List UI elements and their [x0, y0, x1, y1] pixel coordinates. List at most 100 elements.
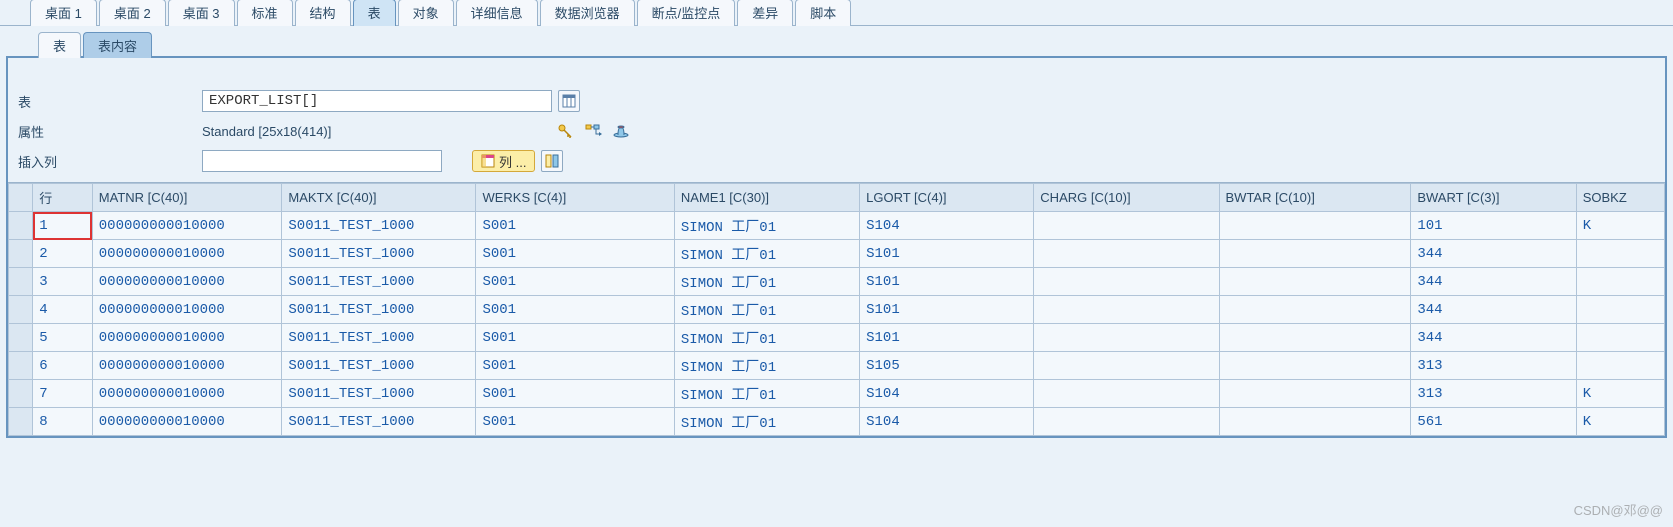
data-grid[interactable]: 行MATNR [C(40)]MAKTX [C(40)]WERKS [C(4)]N… [8, 183, 1665, 436]
cell-charg[interactable] [1034, 296, 1219, 324]
cell-maktx[interactable]: S0011_TEST_1000 [282, 380, 476, 408]
cell-maktx[interactable]: S0011_TEST_1000 [282, 240, 476, 268]
row-selector[interactable] [9, 296, 33, 324]
cell-werks[interactable]: S001 [476, 380, 674, 408]
cell-lgort[interactable]: S101 [860, 240, 1034, 268]
cell-bwtar[interactable] [1219, 352, 1411, 380]
main-tab-6[interactable]: 对象 [398, 0, 454, 26]
row-selector[interactable] [9, 380, 33, 408]
cell-charg[interactable] [1034, 408, 1219, 436]
cell-sobkz[interactable]: K [1576, 408, 1664, 436]
cell-charg[interactable] [1034, 380, 1219, 408]
table-row[interactable]: 3000000000010000S0011_TEST_1000S001SIMON… [9, 268, 1665, 296]
cell-name1[interactable]: SIMON 工厂01 [674, 408, 859, 436]
cell-name1[interactable]: SIMON 工厂01 [674, 212, 859, 240]
row-number[interactable]: 7 [33, 380, 93, 408]
columns-button[interactable]: 列 ... [472, 150, 535, 172]
col-header-bwart[interactable]: BWART [C(3)] [1411, 184, 1576, 212]
table-row[interactable]: 4000000000010000S0011_TEST_1000S001SIMON… [9, 296, 1665, 324]
cell-maktx[interactable]: S0011_TEST_1000 [282, 324, 476, 352]
column-toggle-icon[interactable] [541, 150, 563, 172]
table-row[interactable]: 8000000000010000S0011_TEST_1000S001SIMON… [9, 408, 1665, 436]
main-tab-2[interactable]: 桌面 3 [168, 0, 235, 26]
col-header-sobkz[interactable]: SOBKZ [1576, 184, 1664, 212]
cell-werks[interactable]: S001 [476, 408, 674, 436]
sub-tab-1[interactable]: 表内容 [83, 32, 152, 58]
row-selector[interactable] [9, 408, 33, 436]
col-header-charg[interactable]: CHARG [C(10)] [1034, 184, 1219, 212]
row-selector[interactable] [9, 352, 33, 380]
row-number[interactable]: 2 [33, 240, 93, 268]
cell-name1[interactable]: SIMON 工厂01 [674, 380, 859, 408]
main-tab-0[interactable]: 桌面 1 [30, 0, 97, 26]
cell-name1[interactable]: SIMON 工厂01 [674, 268, 859, 296]
cell-sobkz[interactable]: K [1576, 380, 1664, 408]
cell-charg[interactable] [1034, 268, 1219, 296]
cell-matnr[interactable]: 000000000010000 [92, 268, 282, 296]
cell-bwtar[interactable] [1219, 240, 1411, 268]
row-number[interactable]: 5 [33, 324, 93, 352]
cell-charg[interactable] [1034, 240, 1219, 268]
cell-matnr[interactable]: 000000000010000 [92, 408, 282, 436]
cell-lgort[interactable]: S101 [860, 296, 1034, 324]
table-select-icon[interactable] [558, 90, 580, 112]
cell-lgort[interactable]: S104 [860, 408, 1034, 436]
cell-maktx[interactable]: S0011_TEST_1000 [282, 408, 476, 436]
col-header-bwtar[interactable]: BWTAR [C(10)] [1219, 184, 1411, 212]
table-row[interactable]: 5000000000010000S0011_TEST_1000S001SIMON… [9, 324, 1665, 352]
cell-maktx[interactable]: S0011_TEST_1000 [282, 268, 476, 296]
cell-sobkz[interactable] [1576, 240, 1664, 268]
cell-sobkz[interactable] [1576, 268, 1664, 296]
cell-maktx[interactable]: S0011_TEST_1000 [282, 352, 476, 380]
cell-sobkz[interactable]: K [1576, 212, 1664, 240]
main-tab-10[interactable]: 差异 [737, 0, 793, 26]
row-number[interactable]: 6 [33, 352, 93, 380]
cell-matnr[interactable]: 000000000010000 [92, 296, 282, 324]
cell-werks[interactable]: S001 [476, 324, 674, 352]
row-number[interactable]: 3 [33, 268, 93, 296]
key-icon[interactable] [554, 120, 576, 142]
main-tab-11[interactable]: 脚本 [795, 0, 851, 26]
table-row[interactable]: 2000000000010000S0011_TEST_1000S001SIMON… [9, 240, 1665, 268]
cell-bwtar[interactable] [1219, 212, 1411, 240]
cell-lgort[interactable]: S101 [860, 268, 1034, 296]
structure-icon[interactable] [582, 120, 604, 142]
table-row[interactable]: 1000000000010000S0011_TEST_1000S001SIMON… [9, 212, 1665, 240]
cell-bwart[interactable]: 313 [1411, 380, 1576, 408]
main-tab-5[interactable]: 表 [353, 0, 396, 26]
cell-bwart[interactable]: 101 [1411, 212, 1576, 240]
cell-bwtar[interactable] [1219, 408, 1411, 436]
cell-maktx[interactable]: S0011_TEST_1000 [282, 296, 476, 324]
cell-bwart[interactable]: 561 [1411, 408, 1576, 436]
row-number-header[interactable]: 行 [33, 184, 93, 212]
cell-bwtar[interactable] [1219, 268, 1411, 296]
cell-name1[interactable]: SIMON 工厂01 [674, 352, 859, 380]
cell-lgort[interactable]: S105 [860, 352, 1034, 380]
cell-name1[interactable]: SIMON 工厂01 [674, 240, 859, 268]
main-tab-4[interactable]: 结构 [295, 0, 351, 26]
cell-bwart[interactable]: 313 [1411, 352, 1576, 380]
cell-maktx[interactable]: S0011_TEST_1000 [282, 212, 476, 240]
cell-lgort[interactable]: S101 [860, 324, 1034, 352]
main-tab-1[interactable]: 桌面 2 [99, 0, 166, 26]
col-header-matnr[interactable]: MATNR [C(40)] [92, 184, 282, 212]
row-selector[interactable] [9, 324, 33, 352]
cell-lgort[interactable]: S104 [860, 380, 1034, 408]
cell-werks[interactable]: S001 [476, 240, 674, 268]
cell-sobkz[interactable] [1576, 296, 1664, 324]
table-name-input[interactable] [202, 90, 552, 112]
cell-charg[interactable] [1034, 352, 1219, 380]
row-number[interactable]: 8 [33, 408, 93, 436]
cell-matnr[interactable]: 000000000010000 [92, 324, 282, 352]
cell-bwart[interactable]: 344 [1411, 240, 1576, 268]
cell-name1[interactable]: SIMON 工厂01 [674, 324, 859, 352]
hat-icon[interactable] [610, 120, 632, 142]
cell-sobkz[interactable] [1576, 324, 1664, 352]
row-selector[interactable] [9, 268, 33, 296]
col-header-werks[interactable]: WERKS [C(4)] [476, 184, 674, 212]
row-selector-header[interactable] [9, 184, 33, 212]
cell-werks[interactable]: S001 [476, 268, 674, 296]
cell-charg[interactable] [1034, 324, 1219, 352]
cell-sobkz[interactable] [1576, 352, 1664, 380]
cell-matnr[interactable]: 000000000010000 [92, 380, 282, 408]
